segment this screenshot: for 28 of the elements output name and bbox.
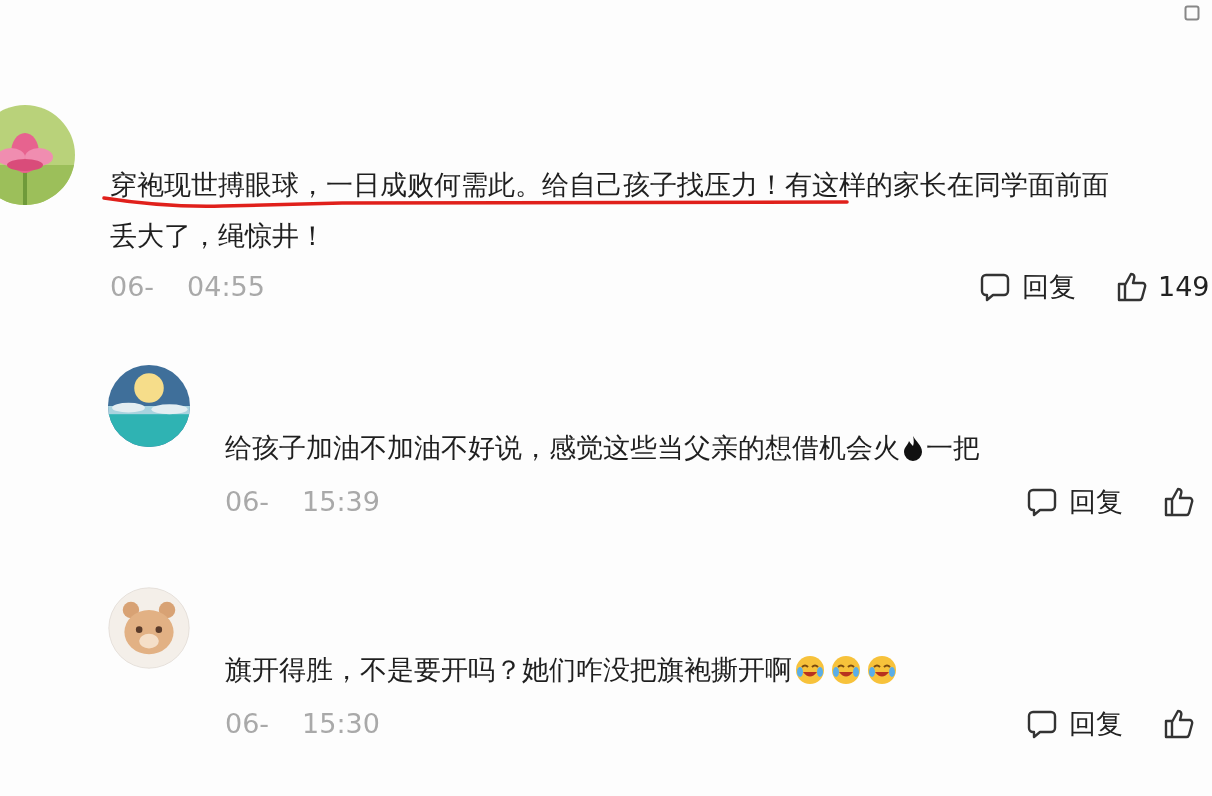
like-button[interactable]: [1163, 708, 1195, 740]
comment-date: 06-: [110, 269, 155, 304]
reply-button[interactable]: 回复: [980, 266, 1076, 308]
comment-date: 06-: [225, 706, 270, 741]
reply-button[interactable]: 回复: [1027, 481, 1123, 523]
like-button[interactable]: [1163, 486, 1195, 518]
flame-icon: [902, 435, 924, 461]
comment-date: 06-: [225, 484, 270, 519]
comment-time: 15:30: [302, 706, 380, 741]
laughing-emoji-icon: [831, 655, 861, 685]
comment-text: 丢大了，绳惊井！: [110, 218, 326, 253]
comment-time: 04:55: [187, 269, 265, 304]
thumbs-up-icon: [1116, 271, 1148, 303]
comment-text: 给孩子加油不加油不好说，感觉这些当父亲的想借机会火: [225, 430, 900, 465]
thumbs-up-icon: [1163, 486, 1195, 518]
comment-time: 15:39: [302, 484, 380, 519]
thumbs-up-icon: [1163, 708, 1195, 740]
comment-icon: [1027, 709, 1057, 739]
laughing-emoji-icon: [867, 655, 897, 685]
square-icon: [1184, 5, 1200, 21]
comment-text: 一把: [926, 430, 980, 465]
reply-button[interactable]: 回复: [1027, 703, 1123, 745]
comment-text: 穿袍现世搏眼球，一日成败何需此。给自己孩子找压力！有这样的家长在同学面前面: [110, 167, 1109, 202]
comment-icon: [980, 272, 1010, 302]
comment-text: 旗开得胜，不是要开吗？她们咋没把旗袍撕开啊: [225, 652, 792, 687]
like-button[interactable]: 149: [1116, 266, 1210, 308]
comment-icon: [1027, 487, 1057, 517]
laughing-emoji-icon: [795, 655, 825, 685]
